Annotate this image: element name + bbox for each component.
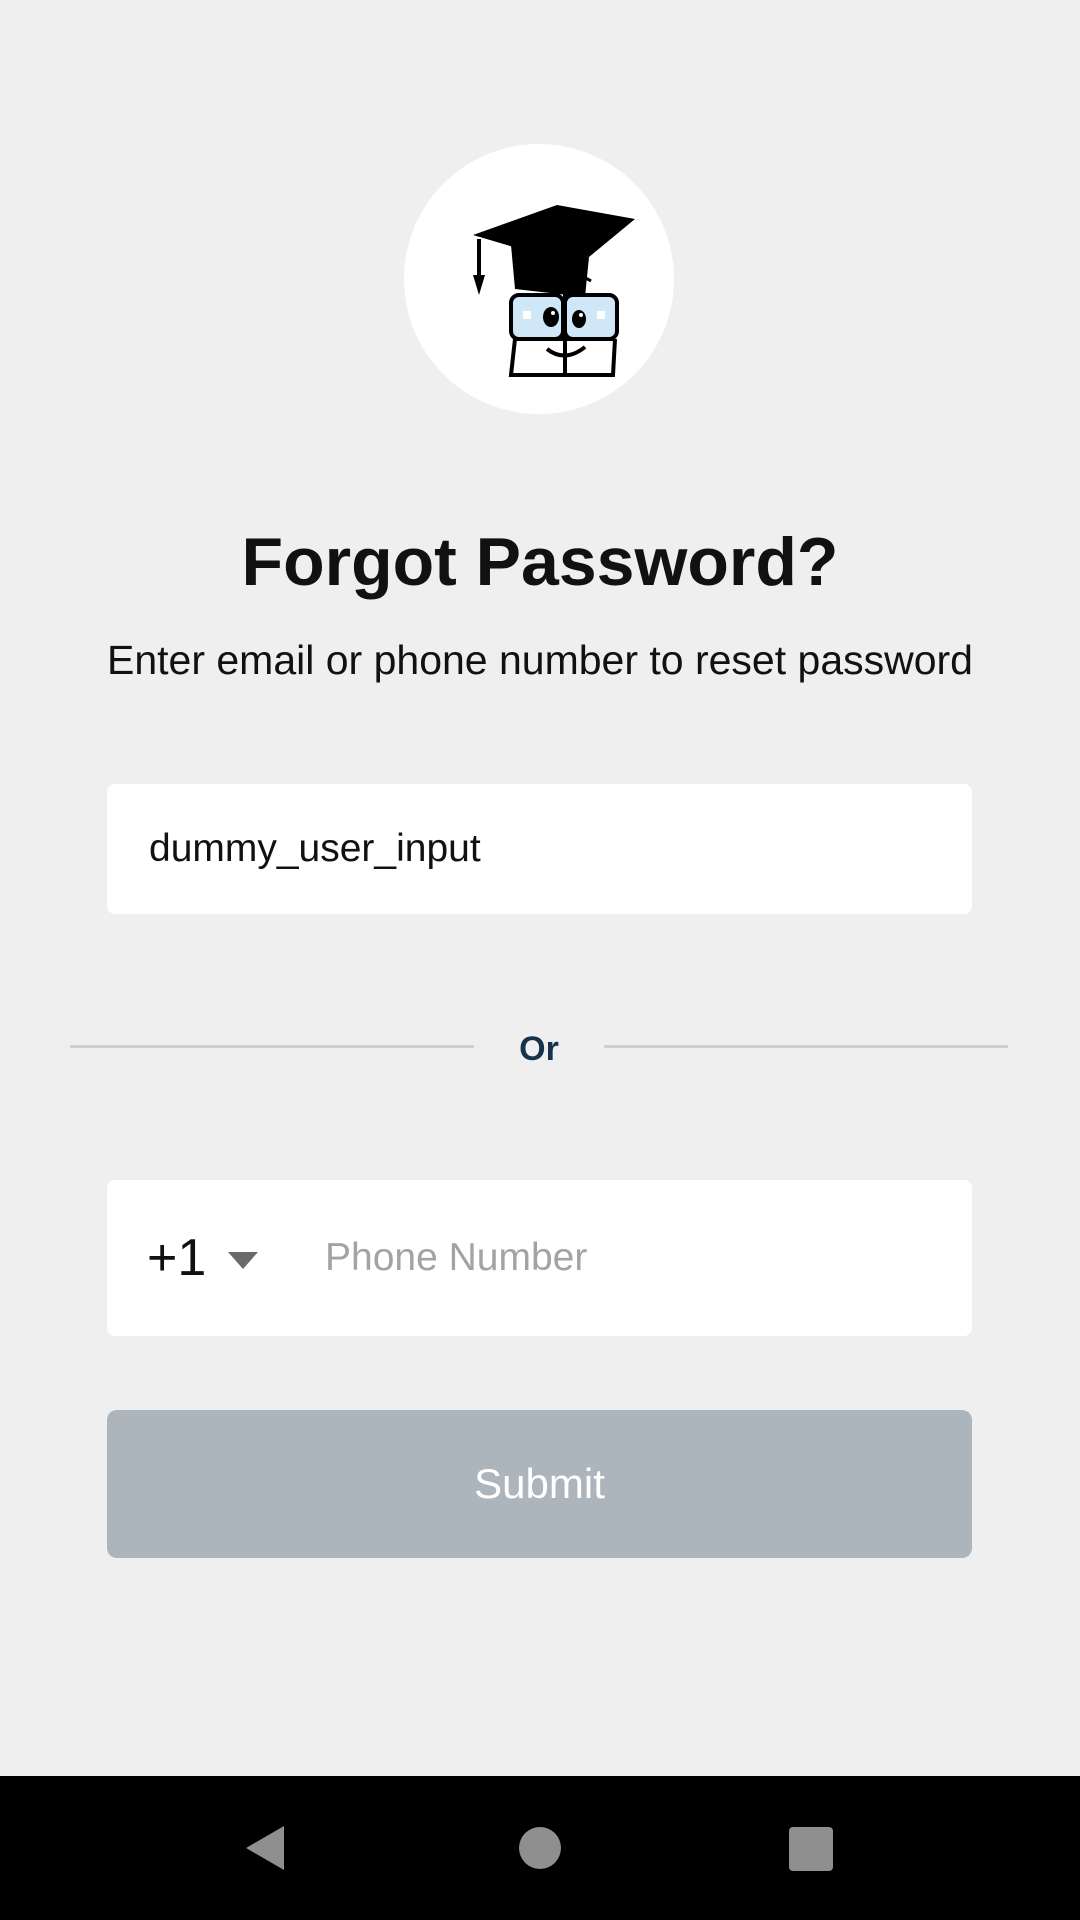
forgot-password-screen: Forgot Password? Enter email or phone nu… [0, 0, 1080, 1776]
divider-or-label: Or [519, 1030, 559, 1068]
page-subtitle: Enter email or phone number to reset pas… [106, 637, 973, 683]
app-logo [404, 144, 674, 414]
submit-button[interactable]: Submit [107, 1410, 972, 1558]
graduation-cap-mascot-icon [473, 205, 635, 377]
nav-home-button[interactable] [470, 1776, 610, 1920]
nav-back-button[interactable] [196, 1776, 336, 1920]
email-field-container [107, 784, 972, 914]
country-code-label: +1 [147, 1229, 207, 1287]
phone-field-container: +1 [107, 1180, 972, 1336]
email-input[interactable] [149, 784, 929, 914]
divider-line-left [70, 1045, 474, 1048]
phone-number-input[interactable] [325, 1180, 945, 1336]
system-navigation-bar [0, 1776, 1080, 1920]
country-code-selector[interactable]: +1 [147, 1180, 259, 1336]
circle-home-icon [519, 1827, 561, 1869]
divider-line-right [604, 1045, 1008, 1048]
caret-down-icon [228, 1251, 259, 1269]
triangle-back-icon [246, 1826, 284, 1870]
page-title: Forgot Password? [241, 524, 839, 600]
square-recents-icon [789, 1827, 833, 1871]
nav-recents-button[interactable] [740, 1776, 880, 1920]
